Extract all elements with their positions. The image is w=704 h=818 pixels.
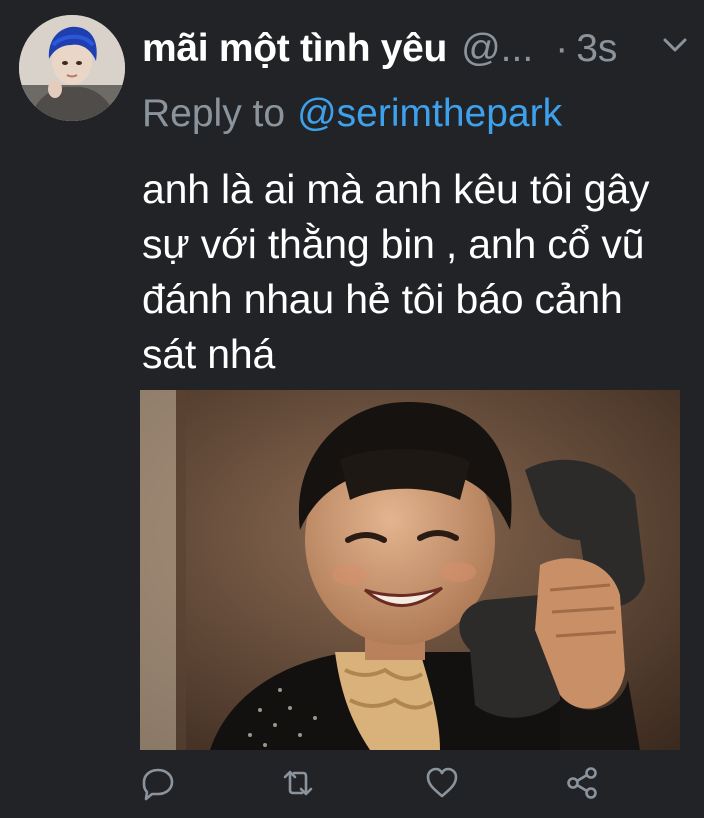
user-handle[interactable]: @...	[461, 27, 533, 71]
tweet-actions	[0, 760, 704, 810]
tweet-text: anh là ai mà anh kêu tôi gây sự với thằn…	[142, 166, 650, 377]
tweet-header: mãi một tình yêu @... · 3s	[142, 24, 617, 74]
reply-label: Reply to	[142, 92, 286, 135]
reply-to-handle[interactable]: @serimthepark	[297, 92, 562, 135]
heart-icon[interactable]	[423, 764, 461, 802]
share-icon[interactable]	[563, 764, 601, 802]
tweet-media-image[interactable]	[140, 390, 680, 750]
comment-icon[interactable]	[139, 764, 177, 802]
chevron-down-icon[interactable]	[660, 30, 690, 60]
reply-context: Reply to @serimthepark	[142, 92, 562, 136]
separator-dot: ·	[555, 27, 569, 70]
timestamp[interactable]: 3s	[576, 27, 617, 71]
display-name[interactable]: mãi một tình yêu	[142, 27, 447, 71]
tweet-card[interactable]: mãi một tình yêu @... · 3s Reply to @seri…	[0, 0, 704, 818]
retweet-icon[interactable]	[279, 764, 317, 802]
avatar[interactable]	[19, 15, 125, 121]
